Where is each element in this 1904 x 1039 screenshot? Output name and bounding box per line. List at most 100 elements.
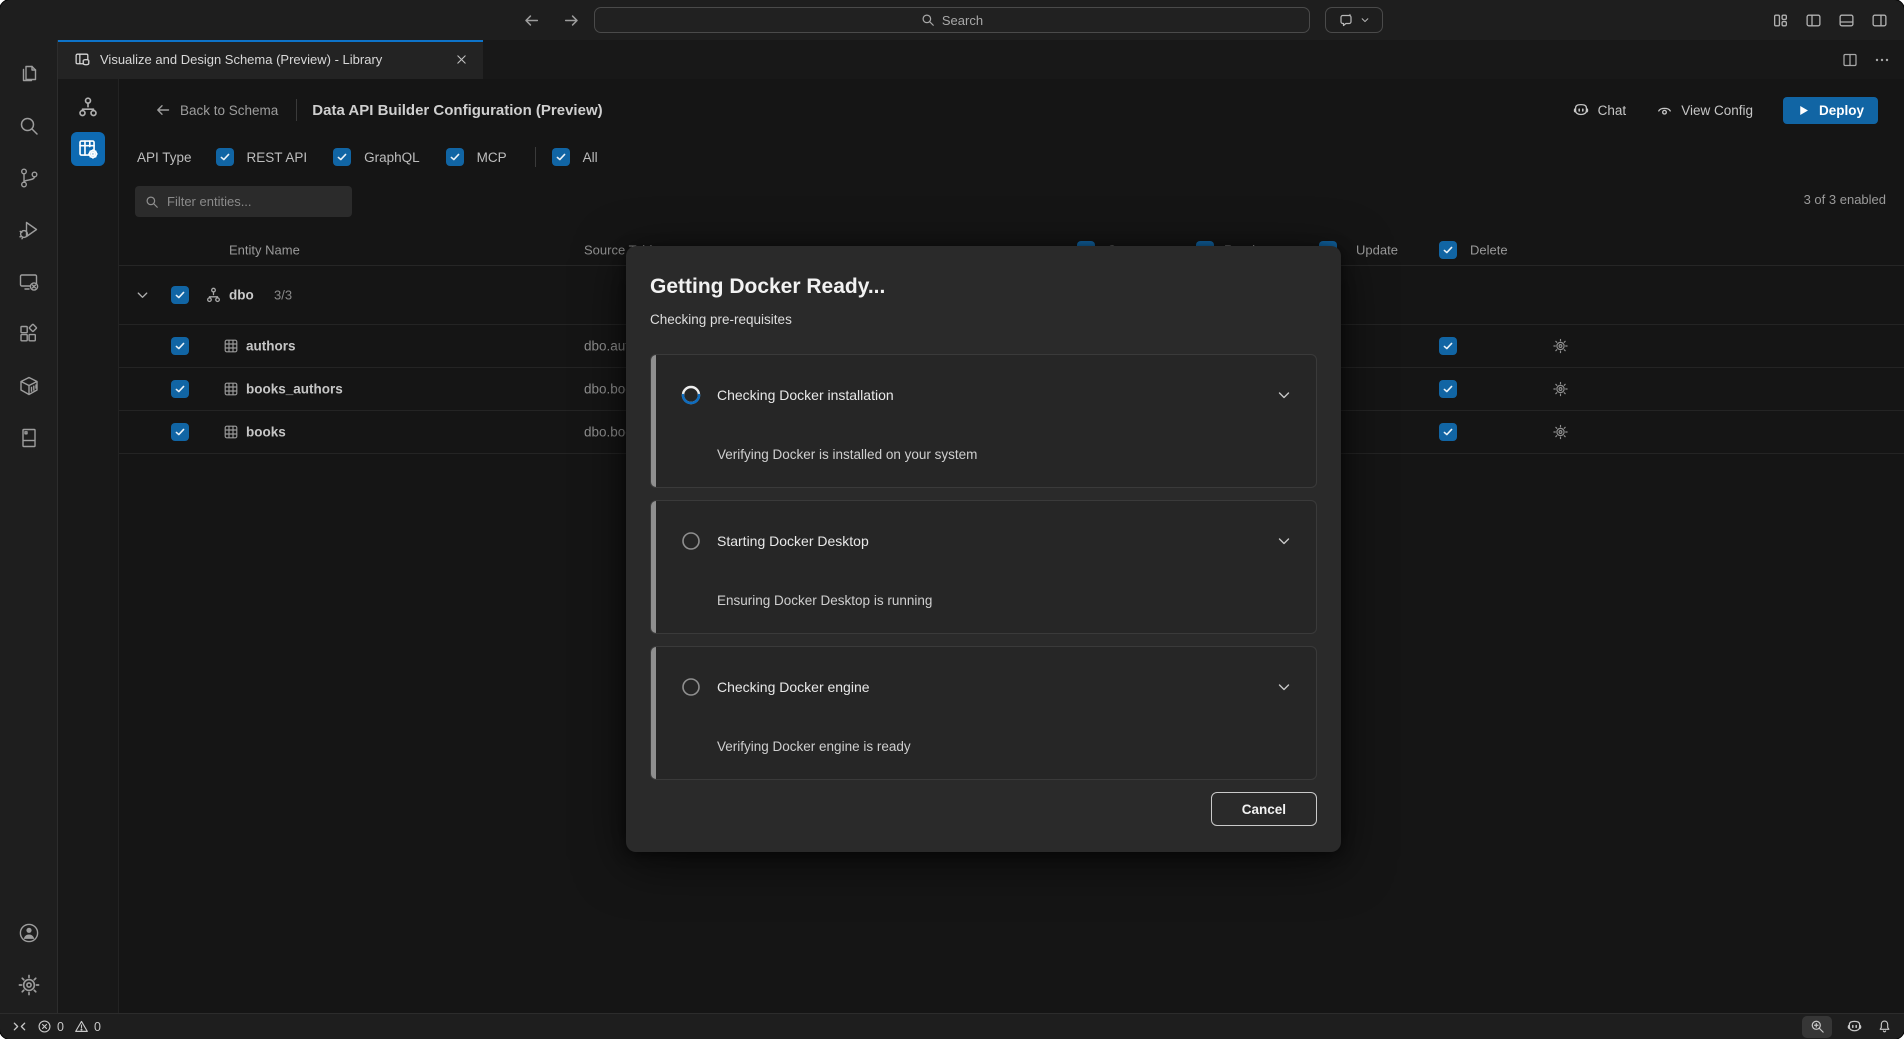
container-tools-icon[interactable] xyxy=(5,360,53,412)
remote-explorer-icon[interactable] xyxy=(5,256,53,308)
graphql-option[interactable]: GraphQL xyxy=(333,148,420,166)
warnings-count: 0 xyxy=(94,1020,101,1034)
close-tab-icon[interactable] xyxy=(451,50,471,70)
dialog-subtitle: Checking pre-requisites xyxy=(650,310,1317,330)
copilot-menu-button[interactable] xyxy=(1325,7,1383,33)
deploy-label: Deploy xyxy=(1819,103,1864,118)
graphql-checkbox[interactable] xyxy=(333,148,351,166)
play-icon xyxy=(1797,104,1810,117)
chevron-down-icon[interactable] xyxy=(1276,533,1292,549)
chevron-down-icon[interactable] xyxy=(1276,387,1292,403)
books-delete-checkbox[interactable] xyxy=(1439,423,1457,441)
schema-diagram-icon[interactable] xyxy=(71,90,105,124)
history-nav xyxy=(520,0,582,40)
step-title: Checking Docker engine xyxy=(717,679,870,695)
status-bar-right xyxy=(1802,1016,1892,1038)
warnings-item[interactable]: 0 xyxy=(74,1019,101,1034)
mcp-option[interactable]: MCP xyxy=(446,148,507,166)
cancel-button[interactable]: Cancel xyxy=(1211,792,1317,826)
tab-title: Visualize and Design Schema (Preview) - … xyxy=(100,52,382,67)
errors-item[interactable]: 0 xyxy=(37,1019,64,1034)
step-checking-docker-installation: Checking Docker installation Verifying D… xyxy=(650,354,1317,488)
customize-layout-icon[interactable] xyxy=(1772,12,1789,29)
activity-bar xyxy=(0,40,58,1013)
more-actions-icon[interactable] xyxy=(1874,52,1890,68)
view-config-button[interactable]: View Config xyxy=(1656,102,1753,119)
row-settings-gear-icon[interactable] xyxy=(1552,424,1569,441)
tab-visualize-design-schema[interactable]: Visualize and Design Schema (Preview) - … xyxy=(58,40,483,79)
dialog-footer: Cancel xyxy=(650,792,1317,826)
all-option[interactable]: All xyxy=(552,148,598,166)
schema-designer-tab-icon xyxy=(74,51,91,68)
editor-actions xyxy=(1842,40,1890,79)
command-center-search[interactable]: Search xyxy=(594,7,1310,33)
back-arrow-icon[interactable] xyxy=(520,9,542,31)
dab-config-icon[interactable] xyxy=(71,132,105,166)
schema-count: 3/3 xyxy=(274,288,292,303)
api-type-label: API Type xyxy=(137,150,192,165)
source-control-icon[interactable] xyxy=(5,152,53,204)
row-settings-gear-icon[interactable] xyxy=(1552,338,1569,355)
editor-tab-bar: Visualize and Design Schema (Preview) - … xyxy=(58,40,1904,79)
filter-entities-input[interactable] xyxy=(167,194,342,209)
filter-entities-box[interactable] xyxy=(135,186,352,217)
notifications-bell-icon[interactable] xyxy=(1877,1019,1892,1034)
dbo-checkbox[interactable] xyxy=(171,286,189,304)
spinner-icon xyxy=(681,385,701,405)
entity-name: books_authors xyxy=(246,382,343,397)
books-authors-delete-checkbox[interactable] xyxy=(1439,380,1457,398)
database-projects-icon[interactable] xyxy=(5,412,53,464)
view-config-label: View Config xyxy=(1681,103,1753,118)
expand-chevron-icon[interactable] xyxy=(135,288,150,303)
books-authors-checkbox[interactable] xyxy=(171,380,189,398)
layout-controls xyxy=(1772,0,1888,40)
back-to-schema-button[interactable]: Back to Schema xyxy=(155,102,278,118)
table-grid-icon xyxy=(223,381,239,397)
forward-arrow-icon[interactable] xyxy=(560,9,582,31)
books-checkbox[interactable] xyxy=(171,423,189,441)
delete-all-checkbox[interactable] xyxy=(1439,241,1457,259)
header-divider xyxy=(296,99,297,121)
toggle-primary-sidebar-icon[interactable] xyxy=(1805,12,1822,29)
search-sidebar-icon[interactable] xyxy=(5,100,53,152)
zoom-in-icon[interactable] xyxy=(1802,1016,1832,1038)
status-bar: 0 0 xyxy=(0,1013,1904,1039)
run-debug-icon[interactable] xyxy=(5,204,53,256)
docker-steps: Checking Docker installation Verifying D… xyxy=(650,354,1317,780)
chat-button[interactable]: Chat xyxy=(1572,101,1627,119)
view-header: Back to Schema Data API Builder Configur… xyxy=(119,79,1904,141)
copilot-status-icon[interactable] xyxy=(1846,1018,1863,1035)
dialog-title: Getting Docker Ready... xyxy=(650,272,1317,302)
schema-name: dbo xyxy=(229,288,254,303)
explorer-icon[interactable] xyxy=(5,48,53,100)
toggle-secondary-sidebar-icon[interactable] xyxy=(1871,12,1888,29)
extensions-icon[interactable] xyxy=(5,308,53,360)
rest-api-checkbox[interactable] xyxy=(216,148,234,166)
all-checkbox[interactable] xyxy=(552,148,570,166)
chat-label: Chat xyxy=(1598,103,1627,118)
accounts-icon[interactable] xyxy=(5,907,53,959)
update-header: Update xyxy=(1356,243,1398,258)
api-type-divider xyxy=(535,147,536,167)
split-editor-icon[interactable] xyxy=(1842,52,1858,68)
chevron-down-icon[interactable] xyxy=(1276,679,1292,695)
remote-indicator[interactable] xyxy=(12,1019,27,1034)
schema-icon xyxy=(205,287,222,304)
back-label: Back to Schema xyxy=(180,103,278,118)
rest-api-option[interactable]: REST API xyxy=(216,148,308,166)
mcp-label: MCP xyxy=(477,150,507,165)
step-header[interactable]: Checking Docker engine xyxy=(681,675,1292,699)
step-header[interactable]: Starting Docker Desktop xyxy=(681,529,1292,553)
table-grid-icon xyxy=(223,424,239,440)
step-header[interactable]: Checking Docker installation xyxy=(681,383,1292,407)
mcp-checkbox[interactable] xyxy=(446,148,464,166)
settings-gear-icon[interactable] xyxy=(5,959,53,1011)
toggle-panel-icon[interactable] xyxy=(1838,12,1855,29)
entity-name: books xyxy=(246,425,286,440)
entity-name-header: Entity Name xyxy=(229,243,300,258)
row-settings-gear-icon[interactable] xyxy=(1552,381,1569,398)
deploy-button[interactable]: Deploy xyxy=(1783,97,1878,124)
step-checking-docker-engine: Checking Docker engine Verifying Docker … xyxy=(650,646,1317,780)
authors-checkbox[interactable] xyxy=(171,337,189,355)
authors-delete-checkbox[interactable] xyxy=(1439,337,1457,355)
